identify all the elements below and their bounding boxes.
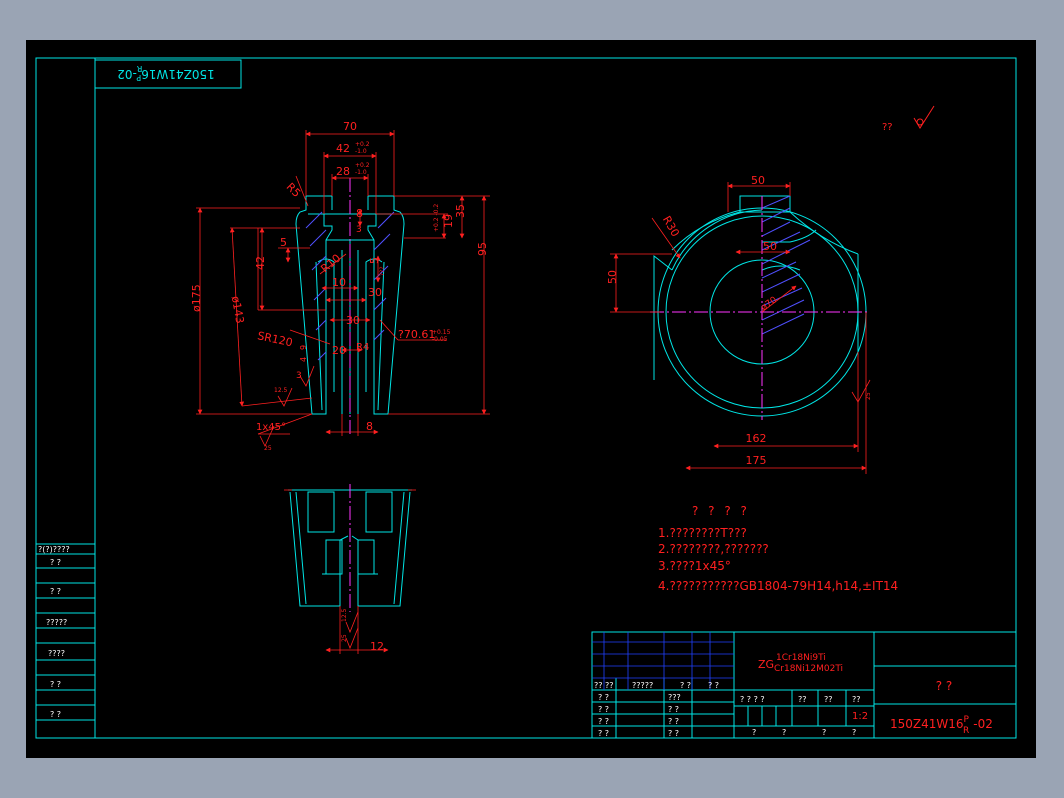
svg-text:35: 35	[454, 204, 467, 218]
svg-text:? ? ? ?: ? ? ? ?	[692, 504, 750, 518]
svg-text:?: ?	[752, 728, 756, 737]
section-view: 70 42 +0.2 -1.0 28 +0.2 -1.0 R5 8 3 19 +…	[190, 120, 490, 452]
svg-text:????: ????	[48, 649, 65, 658]
svg-text:SR120: SR120	[256, 329, 294, 349]
svg-text:?: ?	[782, 728, 786, 737]
top-view: 50 R30 50 50 ø70 162 175 25	[606, 174, 872, 474]
svg-text:? ?: ? ?	[50, 587, 61, 596]
side-table: ?(?)???? ? ? ? ? ????? ???? ? ? ? ?	[35, 543, 96, 739]
svg-text:???: ???	[668, 693, 681, 702]
title-block: ?? ?? ????? ? ? ? ? ? ? ??? ? ? ? ? ? ? …	[591, 631, 1017, 739]
svg-text:?????: ?????	[632, 681, 653, 690]
svg-text:??: ??	[852, 695, 861, 704]
svg-text:? ?: ? ?	[680, 681, 691, 690]
svg-text:+0.2 -0.2: +0.2 -0.2	[433, 204, 440, 232]
svg-text:1x45°: 1x45°	[256, 422, 286, 433]
svg-text:42: 42	[336, 142, 350, 155]
mirrored-drawing-code: 150Z41W16PR-02	[117, 64, 215, 82]
svg-text:?: ?	[852, 728, 856, 737]
svg-text:? ? ? ?: ? ? ? ?	[740, 695, 765, 704]
svg-text:? ?: ? ?	[598, 705, 609, 714]
svg-text:10: 10	[332, 276, 346, 289]
svg-text:4: 4	[299, 357, 308, 362]
svg-text:4.???????????GB1804-79H14,h14,: 4.???????????GB1804-79H14,h14,±IT14	[658, 579, 898, 593]
drawing-sheet: 150Z41W16PR-02 ?? 70 42 +0.2 -1.0 28 +0.…	[26, 40, 1036, 758]
general-roughness-symbol: ??	[882, 105, 935, 133]
svg-text:ø175: ø175	[190, 284, 203, 312]
technical-notes: ? ? ? ? 1.????????T??? 2.????????,??????…	[658, 504, 898, 593]
svg-text:+0.2: +0.2	[355, 141, 370, 148]
svg-text:?70.61: ?70.61	[398, 328, 435, 341]
svg-text:Cr18Ni12M02Ti: Cr18Ni12M02Ti	[774, 664, 843, 674]
svg-text:12.5: 12.5	[274, 387, 288, 394]
svg-text:5: 5	[280, 236, 287, 249]
svg-text:? ?: ? ?	[50, 680, 61, 689]
svg-text:25: 25	[264, 445, 272, 452]
svg-text:1:2: 1:2	[852, 711, 868, 722]
svg-text:-1.0: -1.0	[355, 148, 367, 155]
svg-text:3.????1x45°: 3.????1x45°	[658, 559, 731, 573]
svg-text:+0.15: +0.15	[432, 329, 451, 336]
svg-text:50: 50	[606, 270, 619, 284]
svg-text:2.????????,???????: 2.????????,???????	[658, 542, 769, 556]
svg-text:70: 70	[343, 120, 357, 133]
svg-text:? ?: ? ?	[50, 710, 61, 719]
svg-text:-1.0: -1.0	[355, 169, 367, 176]
svg-text:42: 42	[254, 256, 267, 270]
svg-text:162: 162	[746, 432, 767, 445]
svg-text:30: 30	[368, 286, 382, 299]
cad-drawing: 150Z41W16PR-02 ?? 70 42 +0.2 -1.0 28 +0.…	[35, 57, 1017, 739]
svg-text:???: ???	[379, 266, 386, 276]
svg-text:? ?: ? ?	[668, 717, 679, 726]
svg-text:? ?: ? ?	[50, 558, 61, 567]
svg-text:50: 50	[751, 174, 765, 187]
svg-text:? ?: ? ?	[708, 681, 719, 690]
svg-text:? ?: ? ?	[598, 693, 609, 702]
svg-text:5: 5	[368, 257, 381, 264]
svg-text:ø143: ø143	[229, 295, 247, 325]
svg-text:R30: R30	[660, 214, 682, 239]
svg-text:?????: ?????	[46, 618, 67, 627]
svg-text:? ?: ? ?	[668, 729, 679, 738]
svg-text:3: 3	[356, 225, 362, 235]
svg-text:?? ??: ?? ??	[594, 681, 614, 690]
lower-view: 12.5 25 12	[284, 484, 416, 654]
svg-text:??: ??	[824, 695, 833, 704]
svg-text:R5: R5	[284, 180, 304, 200]
svg-text:R4: R4	[356, 342, 369, 353]
svg-text:50: 50	[763, 240, 777, 253]
svg-text:9: 9	[299, 345, 308, 350]
svg-text:20: 20	[332, 344, 346, 357]
svg-text:??: ??	[882, 122, 893, 133]
svg-text:1.????????T???: 1.????????T???	[658, 526, 747, 540]
svg-text:150Z41W16PR-02: 150Z41W16PR-02	[117, 64, 215, 82]
svg-text:-0.05: -0.05	[432, 336, 448, 343]
svg-text:??: ??	[798, 695, 807, 704]
svg-text:1Cr18Ni9Ti: 1Cr18Ni9Ti	[776, 653, 826, 663]
svg-text:12.5: 12.5	[341, 608, 348, 622]
svg-text:?(?)????: ?(?)????	[38, 545, 70, 554]
svg-text:+0.2: +0.2	[355, 162, 370, 169]
svg-text:95: 95	[476, 242, 489, 256]
svg-text:? ?: ? ?	[936, 679, 953, 693]
svg-text:? ?: ? ?	[668, 705, 679, 714]
svg-text:ZG: ZG	[758, 658, 774, 671]
svg-text:175: 175	[746, 454, 767, 467]
svg-text:8: 8	[366, 420, 373, 433]
svg-text:3: 3	[296, 371, 302, 381]
svg-text:8: 8	[356, 207, 363, 220]
svg-text:12: 12	[370, 640, 384, 653]
svg-text:?: ?	[822, 728, 826, 737]
svg-text:28: 28	[336, 165, 350, 178]
svg-text:? ?: ? ?	[598, 717, 609, 726]
svg-text:150Z41W16PR-02: 150Z41W16PR-02	[890, 715, 993, 736]
svg-text:? ?: ? ?	[598, 729, 609, 738]
svg-text:30: 30	[346, 314, 360, 327]
svg-text:25: 25	[341, 634, 348, 642]
svg-text:25: 25	[865, 392, 872, 400]
